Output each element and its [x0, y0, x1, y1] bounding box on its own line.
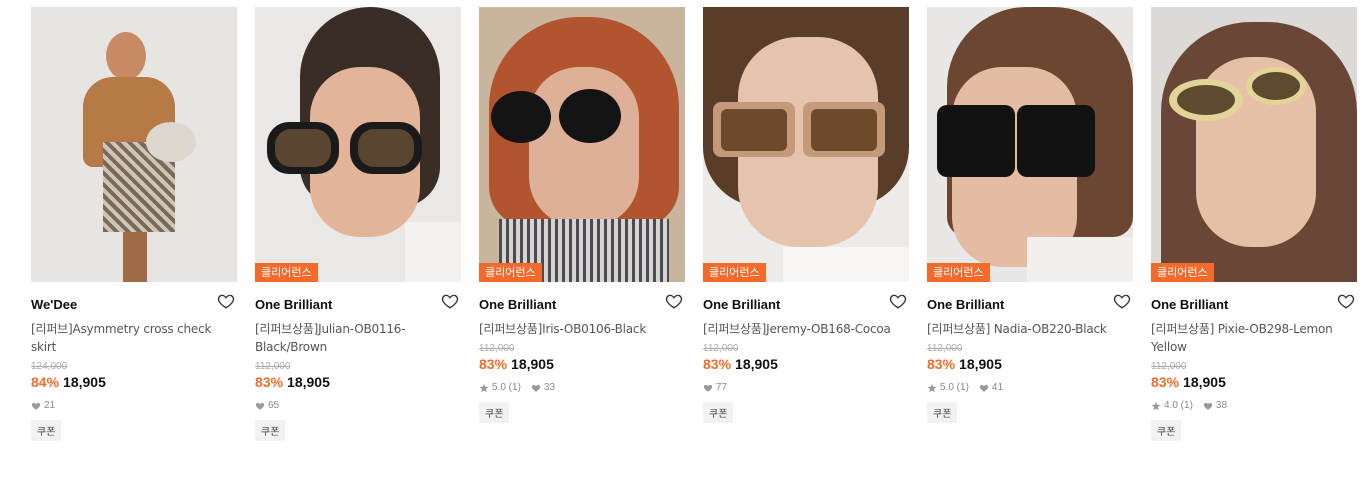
product-name[interactable]: [리퍼브]Asymmetry cross check skirt — [31, 320, 237, 356]
heart-icon — [31, 402, 41, 410]
heart-icon — [703, 384, 713, 392]
discount-rate: 83% — [927, 356, 956, 372]
product-meta: 21 — [31, 400, 237, 411]
likes-count: 21 — [31, 400, 55, 411]
product-card[interactable]: 클리어런스 One Brilliant [리퍼브상품]Iris-OB0106-B… — [479, 7, 685, 423]
clearance-badge: 클리어런스 — [255, 263, 318, 282]
original-price: 112,000 — [479, 343, 515, 354]
brand-name[interactable]: One Brilliant — [703, 297, 780, 312]
discount-rate: 83% — [479, 356, 508, 372]
price-row: 83% 18,905 — [1151, 374, 1357, 390]
discount-rate: 83% — [1151, 374, 1180, 390]
brand-name[interactable]: One Brilliant — [927, 297, 1004, 312]
product-card[interactable]: 클리어런스 One Brilliant [리퍼브상품] Pixie-OB298-… — [1151, 7, 1357, 441]
product-image[interactable]: 클리어런스 — [927, 7, 1133, 282]
product-card[interactable]: 클리어런스 One Brilliant [리퍼브상품]Jeremy-OB168-… — [703, 7, 909, 423]
product-name[interactable]: [리퍼브상품]Jeremy-OB168-Cocoa — [703, 320, 909, 338]
likes-count: 41 — [979, 382, 1003, 393]
product-meta: 65 — [255, 400, 461, 411]
like-heart-icon[interactable] — [1113, 292, 1133, 312]
sale-price: 18,905 — [63, 374, 106, 390]
discount-rate: 84% — [31, 374, 60, 390]
star-icon — [927, 383, 937, 392]
like-heart-icon[interactable] — [217, 292, 237, 312]
product-grid: We'Dee [리퍼브]Asymmetry cross check skirt … — [0, 0, 1369, 478]
product-name[interactable]: [리퍼브상품]Julian-OB0116-Black/Brown — [255, 320, 461, 356]
product-image[interactable]: 클리어런스 — [255, 7, 461, 282]
clearance-badge: 클리어런스 — [703, 263, 766, 282]
likes-count: 33 — [531, 382, 555, 393]
product-name[interactable]: [리퍼브상품] Pixie-OB298-Lemon Yellow — [1151, 320, 1357, 356]
brand-name[interactable]: One Brilliant — [255, 297, 332, 312]
heart-icon — [1203, 402, 1213, 410]
product-meta: 4.0 (1) 38 — [1151, 400, 1357, 411]
sale-price: 18,905 — [959, 356, 1002, 372]
product-image[interactable] — [31, 7, 237, 282]
product-card[interactable]: 클리어런스 One Brilliant [리퍼브상품]Julian-OB0116… — [255, 7, 461, 441]
product-name[interactable]: [리퍼브상품] Nadia-OB220-Black — [927, 320, 1133, 338]
likes-count: 65 — [255, 400, 279, 411]
price-row: 84% 18,905 — [31, 374, 237, 390]
product-image[interactable]: 클리어런스 — [703, 7, 909, 282]
coupon-badge[interactable]: 쿠폰 — [1151, 420, 1182, 441]
brand-name[interactable]: One Brilliant — [1151, 297, 1228, 312]
product-image[interactable]: 클리어런스 — [1151, 7, 1357, 282]
brand-name[interactable]: One Brilliant — [479, 297, 556, 312]
like-heart-icon[interactable] — [665, 292, 685, 312]
coupon-badge[interactable]: 쿠폰 — [255, 420, 286, 441]
price-row: 83% 18,905 — [703, 356, 909, 372]
sale-price: 18,905 — [287, 374, 330, 390]
star-icon — [479, 383, 489, 392]
product-image[interactable]: 클리어런스 — [479, 7, 685, 282]
coupon-badge[interactable]: 쿠폰 — [479, 402, 510, 423]
product-meta: 77 — [703, 382, 909, 393]
price-row: 83% 18,905 — [255, 374, 461, 390]
clearance-badge: 클리어런스 — [1151, 263, 1214, 282]
coupon-badge[interactable]: 쿠폰 — [31, 420, 62, 441]
heart-icon — [979, 384, 989, 392]
product-card[interactable]: We'Dee [리퍼브]Asymmetry cross check skirt … — [31, 7, 237, 441]
original-price: 112,000 — [255, 361, 291, 372]
clearance-badge: 클리어런스 — [927, 263, 990, 282]
price-row: 83% 18,905 — [479, 356, 685, 372]
likes-count: 38 — [1203, 400, 1227, 411]
brand-name[interactable]: We'Dee — [31, 297, 77, 312]
original-price: 124,000 — [31, 361, 68, 372]
clearance-badge: 클리어런스 — [479, 263, 542, 282]
sale-price: 18,905 — [735, 356, 778, 372]
heart-icon — [255, 402, 265, 410]
sale-price: 18,905 — [511, 356, 554, 372]
heart-icon — [531, 384, 541, 392]
original-price: 112,000 — [703, 343, 739, 354]
product-name[interactable]: [리퍼브상품]Iris-OB0106-Black — [479, 320, 685, 338]
product-card[interactable]: 클리어런스 One Brilliant [리퍼브상품] Nadia-OB220-… — [927, 7, 1133, 423]
rating: 4.0 (1) — [1151, 400, 1193, 411]
original-price: 112,000 — [1151, 361, 1187, 372]
like-heart-icon[interactable] — [889, 292, 909, 312]
coupon-badge[interactable]: 쿠폰 — [927, 402, 958, 423]
like-heart-icon[interactable] — [1337, 292, 1357, 312]
discount-rate: 83% — [255, 374, 284, 390]
star-icon — [1151, 401, 1161, 410]
sale-price: 18,905 — [1183, 374, 1226, 390]
rating: 5.0 (1) — [479, 382, 521, 393]
original-price: 112,000 — [927, 343, 963, 354]
like-heart-icon[interactable] — [441, 292, 461, 312]
coupon-badge[interactable]: 쿠폰 — [703, 402, 734, 423]
product-meta: 5.0 (1) 41 — [927, 382, 1133, 393]
likes-count: 77 — [703, 382, 727, 393]
discount-rate: 83% — [703, 356, 732, 372]
product-meta: 5.0 (1) 33 — [479, 382, 685, 393]
price-row: 83% 18,905 — [927, 356, 1133, 372]
rating: 5.0 (1) — [927, 382, 969, 393]
